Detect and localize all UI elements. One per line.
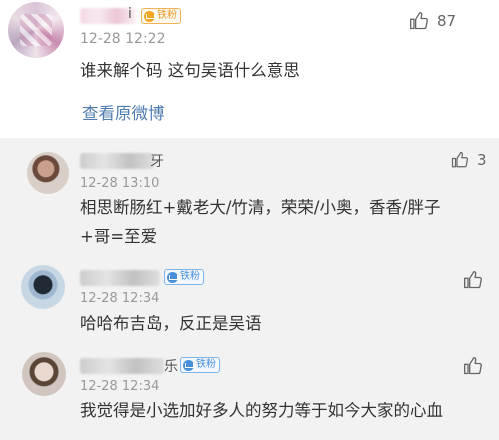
reply-text-line1: 相思断肠红+戴老大/竹清，荣荣/小奥，香香/胖子 — [80, 198, 441, 217]
reply-time: 12-28 12:34 — [80, 291, 160, 306]
fan-badge-icon — [144, 10, 155, 22]
reply-text: 我觉得是小选加好多人的努力等于如今大家的心血 — [80, 401, 443, 420]
view-original-link[interactable]: 查看原微博 — [82, 100, 165, 124]
comment-time: 12-28 12:22 — [80, 31, 166, 47]
fan-badge: 铁粉 — [141, 8, 181, 24]
avatar[interactable] — [22, 352, 66, 396]
fan-badge: 铁粉 — [180, 357, 220, 373]
username-blurred[interactable] — [80, 358, 164, 374]
like-button[interactable]: 3 — [451, 151, 487, 169]
avatar[interactable] — [21, 265, 65, 309]
fan-badge-label: 铁粉 — [196, 359, 216, 370]
username-blurred[interactable] — [80, 153, 154, 169]
fan-badge: 铁粉 — [164, 269, 204, 285]
thumbs-up-icon — [410, 12, 428, 30]
avatar[interactable] — [27, 152, 69, 194]
like-count: 3 — [477, 151, 487, 169]
like-button[interactable] — [463, 270, 483, 290]
reply-text-line2: +哥=至爱 — [80, 227, 158, 246]
username-tail[interactable]: 牙 — [150, 151, 164, 171]
main-comment: i 铁粉 12-28 12:22 谁来解个码 这句吴语什么意思 查看原微博 87 — [0, 0, 499, 138]
username-tail[interactable]: i — [128, 6, 132, 22]
fan-badge-icon — [183, 359, 194, 371]
reply-list — [0, 138, 499, 440]
like-button[interactable]: 87 — [409, 11, 456, 31]
username-tail[interactable]: 乐 — [164, 356, 178, 376]
thumbs-up-icon — [451, 151, 469, 168]
reply-time: 12-28 12:34 — [80, 379, 160, 394]
reply-time: 12-28 13:10 — [80, 176, 160, 191]
fan-badge-label: 铁粉 — [180, 271, 200, 282]
fan-badge-icon — [167, 271, 178, 283]
fan-badge-label: 铁粉 — [157, 10, 177, 21]
thumbs-up-icon — [464, 271, 482, 289]
comment-text: 谁来解个码 这句吴语什么意思 — [80, 61, 300, 80]
avatar[interactable] — [8, 2, 64, 58]
like-count: 87 — [437, 12, 457, 30]
reply-text: 哈哈布吉岛，反正是吴语 — [80, 314, 262, 333]
thumbs-up-icon — [464, 357, 482, 375]
like-button[interactable] — [463, 356, 483, 376]
username-blurred[interactable] — [80, 270, 160, 286]
